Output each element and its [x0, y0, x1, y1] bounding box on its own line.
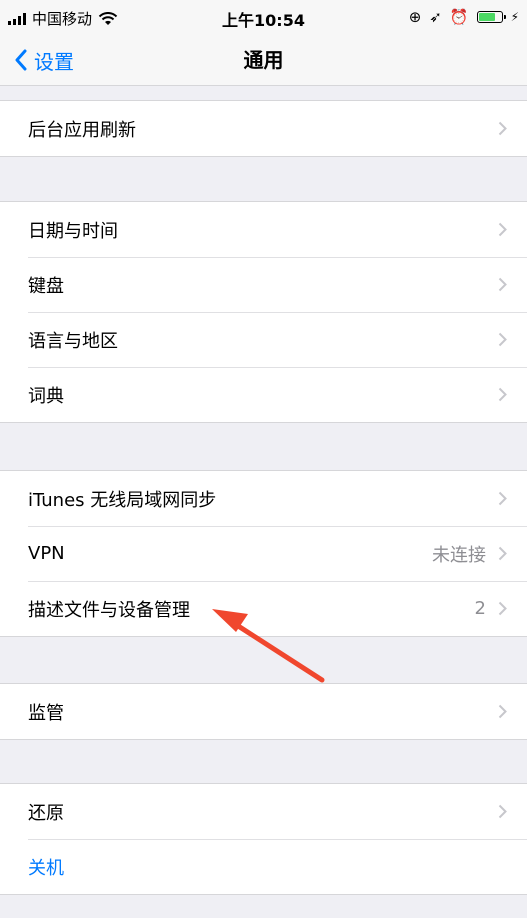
chevron-right-icon [498, 546, 507, 561]
row-label: 关机 [28, 857, 64, 879]
chevron-right-icon [498, 387, 507, 402]
chevron-right-icon [498, 704, 507, 719]
settings-group-reset: 还原 关机 [0, 783, 527, 895]
alarm-icon: ⏰ [449, 8, 469, 26]
navigation-bar: 设置 通用 [0, 34, 527, 86]
row-vpn[interactable]: VPN 未连接 [0, 526, 527, 581]
row-value: 未连接 [432, 544, 486, 566]
settings-group-datetime: 日期与时间 键盘 语言与地区 词典 [0, 201, 527, 423]
settings-group-sync: iTunes 无线局域网同步 VPN 未连接 描述文件与设备管理 2 [0, 470, 527, 637]
battery-icon [476, 11, 506, 23]
row-label: VPN [28, 543, 65, 564]
chevron-right-icon [498, 491, 507, 506]
row-label: 监管 [28, 702, 64, 724]
row-language-region[interactable]: 语言与地区 [0, 312, 527, 367]
row-label: iTunes 无线局域网同步 [28, 489, 217, 511]
row-itunes-wifi-sync[interactable]: iTunes 无线局域网同步 [0, 471, 527, 526]
settings-group-background-refresh: 后台应用刷新 [0, 100, 527, 157]
page-title: 通用 [243, 48, 284, 72]
chevron-right-icon [498, 332, 507, 347]
chevron-right-icon [498, 601, 507, 616]
shutdown-button[interactable]: 关机 [0, 839, 527, 894]
row-value: 2 [474, 598, 486, 619]
chevron-right-icon [498, 804, 507, 819]
status-bar: 中国移动 上午10:54 ⊕ ➶ ⏰ ⚡ [0, 0, 527, 34]
chevron-right-icon [498, 121, 507, 136]
row-label: 词典 [28, 385, 64, 407]
row-label: 描述文件与设备管理 [28, 599, 190, 621]
row-label: 后台应用刷新 [28, 119, 136, 141]
chevron-right-icon [498, 222, 507, 237]
row-profiles-device-management[interactable]: 描述文件与设备管理 2 [0, 581, 527, 636]
orientation-lock-icon: ⊕ [408, 8, 422, 26]
row-supervision[interactable]: 监管 [0, 684, 527, 739]
row-date-time[interactable]: 日期与时间 [0, 202, 527, 257]
location-icon: ➶ [429, 8, 442, 26]
row-label: 还原 [28, 802, 64, 824]
row-label: 语言与地区 [28, 330, 118, 352]
row-label: 键盘 [28, 275, 64, 297]
row-keyboard[interactable]: 键盘 [0, 257, 527, 312]
row-label: 日期与时间 [28, 220, 118, 242]
charging-icon: ⚡ [510, 10, 519, 24]
row-reset[interactable]: 还原 [0, 784, 527, 839]
settings-group-supervision: 监管 [0, 683, 527, 740]
chevron-right-icon [498, 277, 507, 292]
row-dictionary[interactable]: 词典 [0, 367, 527, 422]
row-background-app-refresh[interactable]: 后台应用刷新 [0, 101, 527, 156]
